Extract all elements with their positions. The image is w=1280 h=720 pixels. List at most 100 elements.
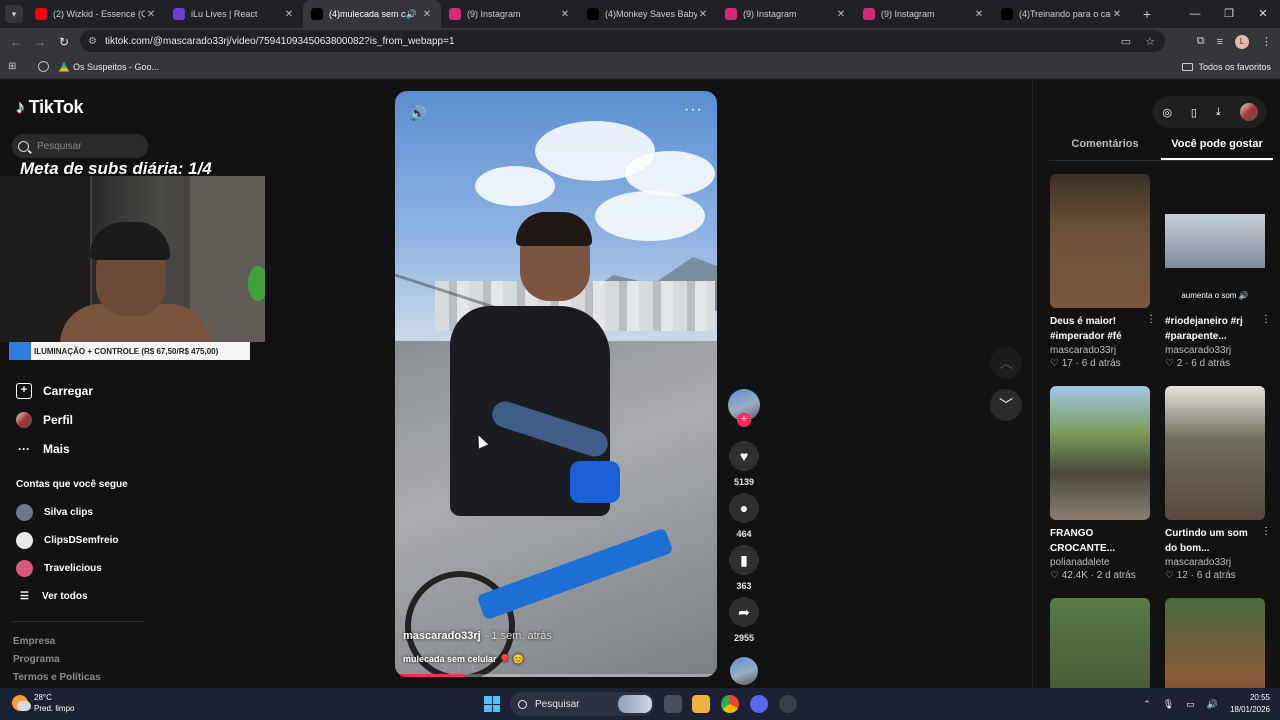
task-view-icon[interactable] [664, 695, 682, 713]
video-progress-bar[interactable] [395, 674, 717, 677]
sidebar-item-profile[interactable]: Perfil [16, 405, 93, 434]
video-author[interactable]: mascarado33rj · 1 sem. atrás [403, 630, 552, 642]
tab-you-may-like[interactable]: Você pode gostar [1161, 136, 1273, 160]
video-options-icon[interactable]: ··· [684, 101, 703, 119]
file-explorer-icon[interactable] [692, 695, 710, 713]
recommended-video-card[interactable] [1165, 598, 1265, 688]
video-thumbnail[interactable] [1165, 598, 1265, 688]
globe-icon[interactable] [38, 61, 49, 72]
footer-link-terms[interactable]: Termos e Políticas [13, 669, 101, 687]
phone-icon[interactable]: ▯ [1191, 106, 1197, 119]
tray-overflow-icon[interactable]: ⌃ [1143, 699, 1151, 710]
tab-favicon-icon [725, 8, 737, 20]
next-video-button[interactable]: ﹀ [990, 389, 1022, 421]
browser-menu-icon[interactable]: ⋮ [1261, 35, 1272, 48]
apps-grid-icon[interactable]: ⊞ [8, 61, 20, 72]
volume-icon[interactable]: 🔊 [409, 105, 426, 122]
video-thumbnail[interactable]: aumenta o som 🔊 [1165, 174, 1265, 308]
tab-close-icon[interactable]: ✕ [421, 9, 433, 20]
discord-icon[interactable] [750, 695, 768, 713]
browser-tab[interactable]: iLu Lives | React ✕ [165, 0, 303, 28]
tab-close-icon[interactable]: ✕ [973, 9, 985, 20]
start-button[interactable] [484, 696, 500, 712]
minimize-button[interactable]: — [1178, 0, 1212, 28]
author-name[interactable]: mascarado33rj [403, 630, 481, 642]
extensions-icon[interactable]: ⧉ [1197, 35, 1205, 48]
bookmark-item[interactable]: Os Suspeitos - Goo... [59, 61, 159, 72]
reload-button[interactable]: ↻ [52, 35, 76, 49]
tab-close-icon[interactable]: ✕ [283, 9, 295, 20]
taskbar-search[interactable]: Pesquisar [510, 692, 654, 716]
following-account[interactable]: Silva clips [16, 498, 118, 526]
previous-video-button[interactable]: ︿ [990, 347, 1022, 379]
card-menu-icon[interactable]: ⋮ [1261, 314, 1271, 325]
creator-avatar[interactable]: + [728, 389, 760, 427]
download-icon[interactable]: ⤓ [1216, 106, 1221, 119]
like-button[interactable]: ♥ 5139 [728, 441, 760, 487]
tab-close-icon[interactable]: ✕ [559, 9, 571, 20]
bookmark-star-icon[interactable]: ☆ [1145, 35, 1155, 48]
share-button[interactable]: ➦ 2955 [728, 597, 760, 643]
video-thumbnail[interactable] [1165, 386, 1265, 520]
tab-comments[interactable]: Comentários [1049, 136, 1161, 160]
obs-icon[interactable] [779, 695, 797, 713]
media-control-icon[interactable]: ≡ [1217, 36, 1223, 48]
user-avatar[interactable] [1239, 103, 1258, 121]
weather-widget[interactable]: 28°C Pred. limpo [12, 692, 74, 714]
back-button[interactable]: ← [4, 35, 28, 49]
comment-button[interactable]: ● 464 [728, 493, 760, 539]
clock[interactable]: 20:55 18/01/2026 [1230, 692, 1270, 716]
footer-link-program[interactable]: Programa [13, 651, 101, 669]
microphone-icon[interactable]: 🎙 [1163, 699, 1174, 710]
recommended-video-card[interactable]: FRANGO CROCANTE... polianadalete ♡ 42.4K… [1050, 386, 1150, 581]
volume-icon[interactable]: 🔊 [1207, 699, 1218, 710]
sidebar-item-more[interactable]: ··· Mais [16, 434, 93, 463]
video-thumbnail[interactable] [1050, 174, 1150, 308]
card-stats: ♡ 17 · 6 d atrás [1050, 358, 1121, 369]
tiktok-logo[interactable]: ♪ TikTok [16, 97, 84, 118]
tab-audio-icon[interactable]: 🔊 [406, 9, 417, 20]
close-window-button[interactable]: ✕ [1246, 0, 1280, 28]
follow-plus-icon[interactable]: + [737, 413, 751, 427]
recommended-video-card[interactable]: Deus é maior! #imperador #fé ⋮ mascarado… [1050, 174, 1156, 369]
browser-tab[interactable]: (4)Treinando para o carna✕ [993, 0, 1131, 28]
tab-close-icon[interactable]: ✕ [697, 9, 709, 20]
tab-close-icon[interactable]: ✕ [145, 9, 157, 20]
music-disc[interactable] [730, 657, 758, 685]
cast-icon[interactable]: ▭ [1121, 35, 1131, 48]
tab-close-icon[interactable]: ✕ [1111, 9, 1123, 20]
save-button[interactable]: ▮ 363 [728, 545, 760, 591]
profile-avatar[interactable]: L [1235, 34, 1249, 49]
following-account[interactable]: ClipsDSemfreio [16, 526, 118, 554]
following-account[interactable]: Travelicious [16, 554, 118, 582]
card-menu-icon[interactable]: ⋮ [1261, 526, 1271, 537]
maximize-button[interactable]: ❐ [1212, 0, 1246, 28]
browser-tab[interactable]: (4)Monkey Saves Baby Ra✕ [579, 0, 717, 28]
tab-close-icon[interactable]: ✕ [835, 9, 847, 20]
forward-button[interactable]: → [28, 35, 52, 49]
video-thumbnail[interactable] [1050, 386, 1150, 520]
browser-tab-active[interactable]: (4)mulecada sem celu🔊 ✕ [303, 0, 441, 28]
browser-tab[interactable]: (2) Wizkid - Essence (Offic✕ [27, 0, 165, 28]
chrome-icon[interactable] [721, 695, 739, 713]
new-tab-button[interactable]: + [1137, 6, 1157, 22]
recommended-video-card[interactable]: aumenta o som 🔊 #riodejaneiro #rj #parap… [1165, 174, 1271, 369]
tab-search-button[interactable]: ▾ [5, 5, 23, 23]
site-info-icon[interactable]: ⚙ [88, 36, 97, 47]
compass-icon[interactable]: ◎ [1162, 106, 1172, 119]
video-player[interactable]: 🔊 ··· mascarado33rj · 1 sem. atrás muleca… [395, 91, 717, 677]
video-thumbnail[interactable] [1050, 598, 1150, 688]
sidebar-item-upload[interactable]: + Carregar [16, 376, 93, 405]
browser-tab[interactable]: (9) Instagram ✕ [441, 0, 579, 28]
browser-tab[interactable]: (9) Instagram ✕ [717, 0, 855, 28]
footer-link-company[interactable]: Empresa [13, 633, 101, 651]
search-input[interactable]: Pesquisar [12, 134, 148, 158]
recommended-video-card[interactable]: Curtindo um som do bom... ⋮ mascarado33r… [1165, 386, 1271, 581]
see-all-button[interactable]: ☰ Ver todos [16, 582, 118, 610]
address-bar[interactable]: ⚙ tiktok.com/@mascarado33rj/video/759410… [80, 30, 1165, 52]
all-bookmarks-folder[interactable]: Todos os favoritos [1182, 62, 1271, 72]
recommended-video-card[interactable] [1050, 598, 1150, 688]
display-icon[interactable]: ▭ [1186, 699, 1195, 710]
card-menu-icon[interactable]: ⋮ [1146, 314, 1156, 325]
browser-tab[interactable]: (9) Instagram ✕ [855, 0, 993, 28]
